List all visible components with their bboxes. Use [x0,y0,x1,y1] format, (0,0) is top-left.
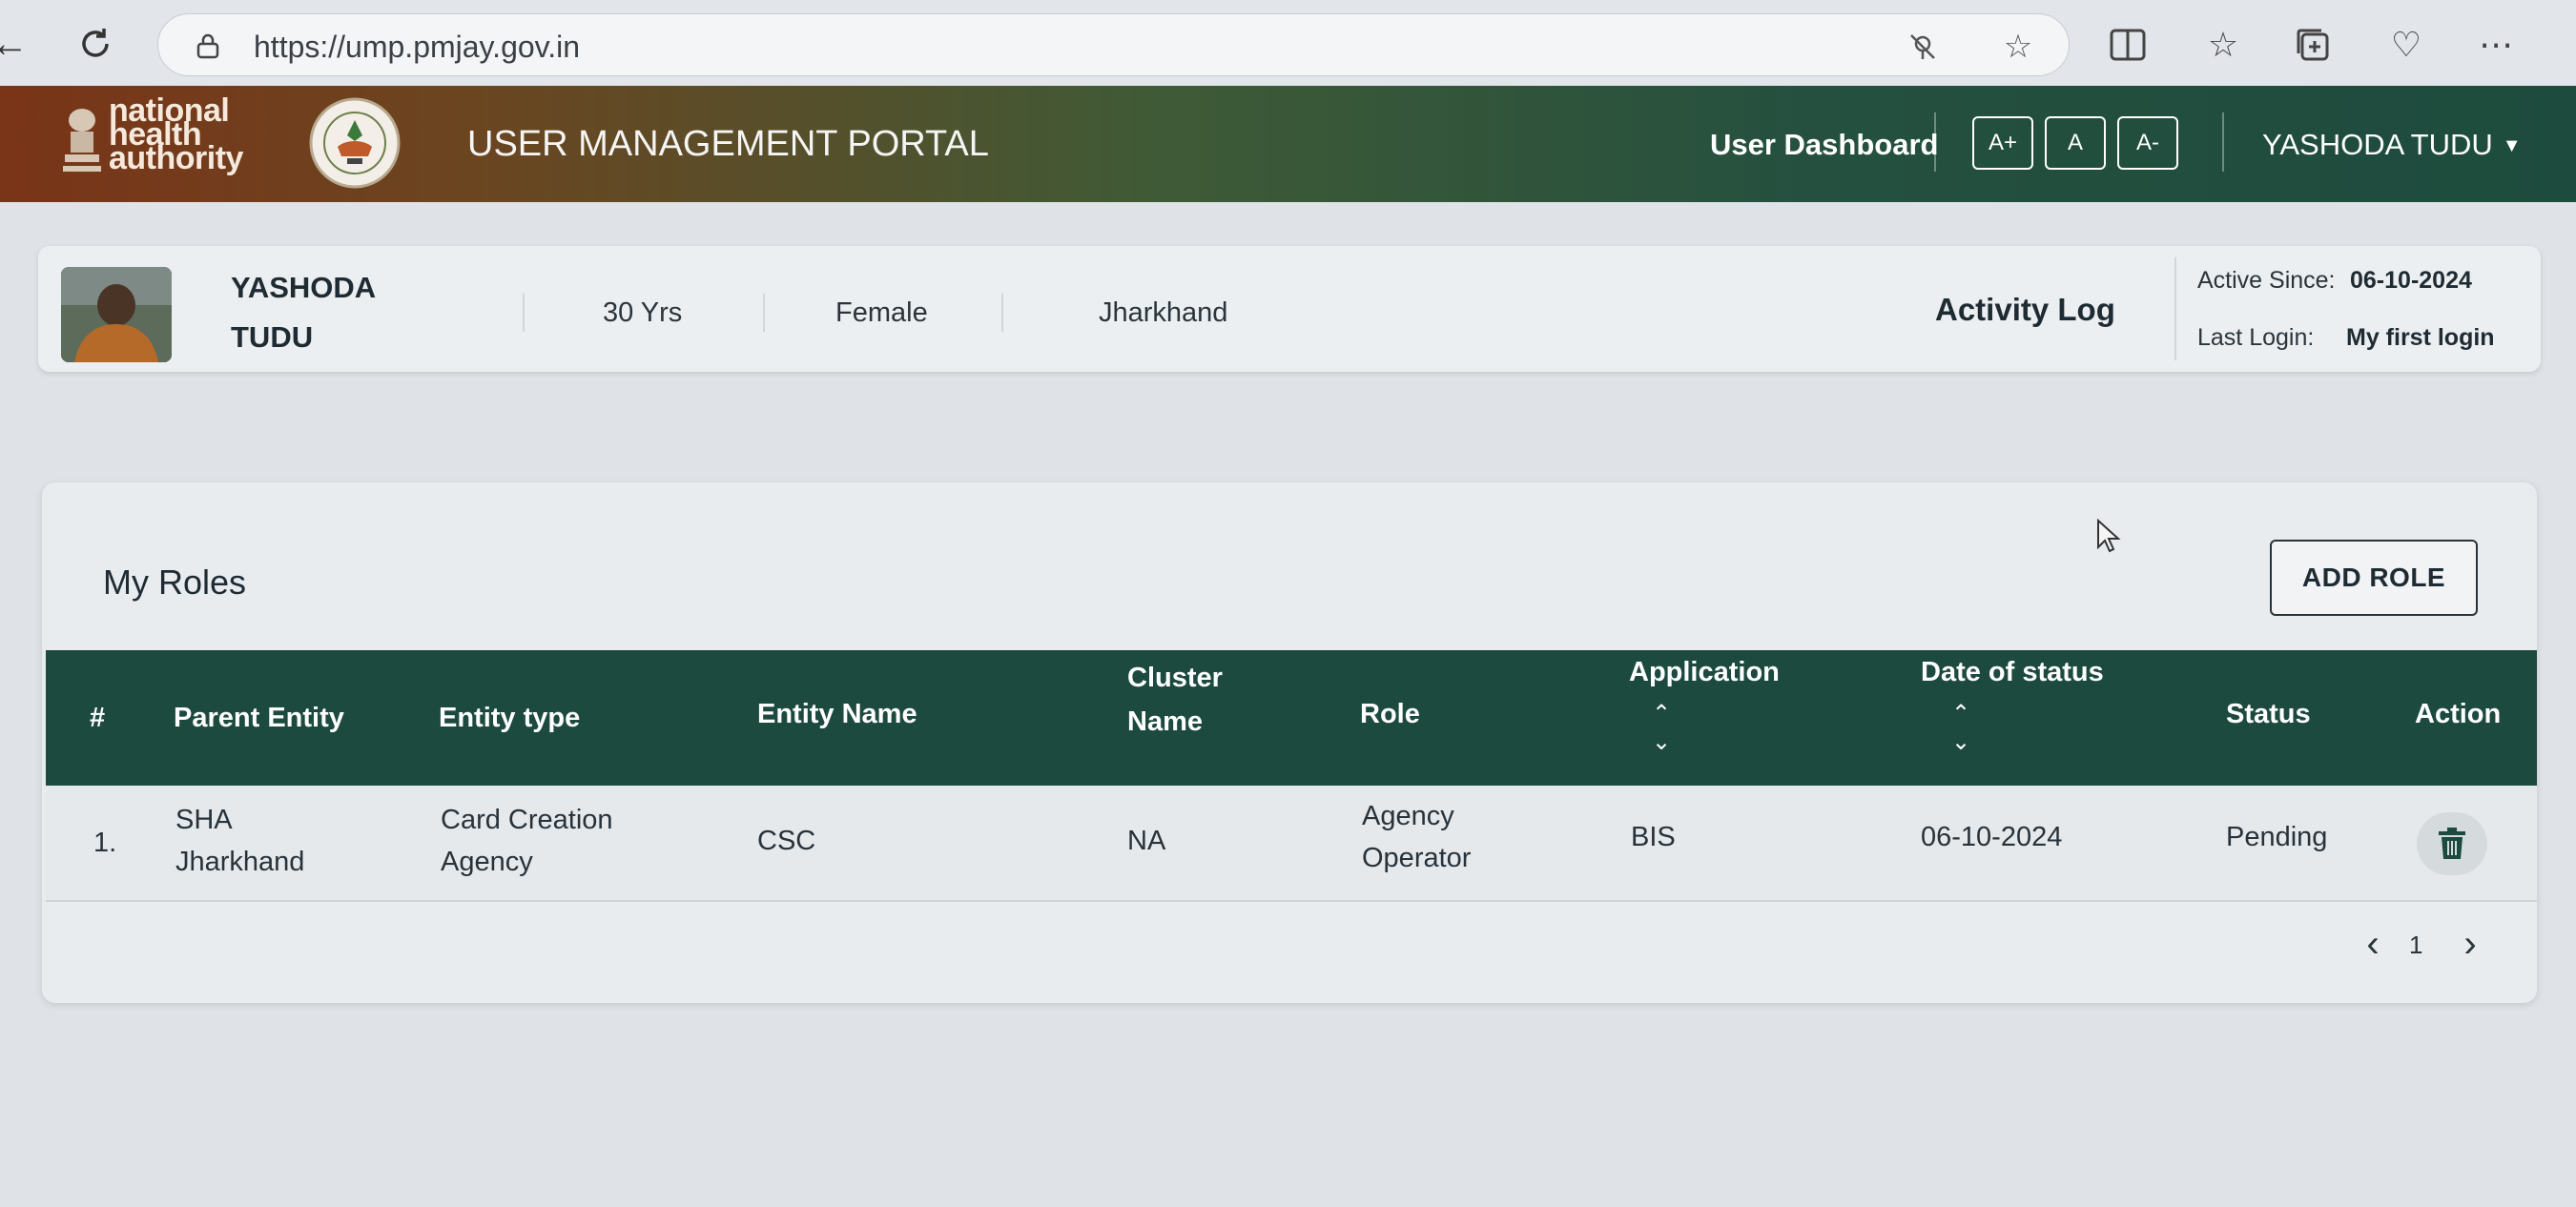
last-login-value: My first login [2346,324,2495,351]
delete-role-button[interactable] [2417,812,2487,875]
mouse-cursor-icon [2097,519,2121,553]
application-sort[interactable]: ⌃ ⌄ [1642,700,1680,757]
browser-health-icon[interactable]: ♡ [2382,21,2430,69]
trash-icon[interactable] [2437,827,2467,861]
row-entity-type: Card Creation [441,805,613,835]
column-role: Role [1360,699,1420,729]
row-status: Pending [2226,822,2328,852]
row-entity-name: CSC [757,826,816,856]
url-text[interactable]: https://ump.pmjay.gov.in [254,30,580,65]
avatar [61,267,172,362]
roles-table-header: # Parent Entity Entity type Entity Name … [46,650,2537,786]
row-date-of-status: 06-10-2024 [1921,822,2063,852]
more-icon[interactable]: ⋯ [2472,21,2520,69]
roles-title: My Roles [103,563,247,602]
caret-down-icon[interactable]: ▼ [2503,135,2522,157]
column-parent-entity: Parent Entity [174,703,344,733]
sort-up-icon[interactable]: ⌃ [1942,700,1980,728]
row-entity-type-line2: Agency [441,847,533,877]
profile-age: 30 Yrs [603,297,683,328]
row-role-line2: Operator [1362,843,1472,873]
next-page-icon[interactable]: › [2451,923,2489,965]
split-screen-icon[interactable] [2104,21,2152,69]
profile-divider [2174,257,2176,360]
nha-logo: national health authority [109,94,243,176]
column-cluster-name-line2: Name [1127,706,1203,737]
star-icon[interactable]: ☆ [1999,28,2037,66]
profile-card: YASHODA TUDU 30 Yrs Female Jharkhand Act… [38,246,2541,372]
sort-down-icon[interactable]: ⌄ [1642,728,1680,757]
address-bar[interactable]: https://ump.pmjay.gov.in ☆ [157,13,2070,76]
tracking-icon[interactable] [1904,28,1942,66]
column-application: Application [1629,657,1780,687]
current-page[interactable]: 1 [2409,931,2422,960]
row-parent-entity: SHA [175,805,233,835]
pmjay-seal-icon [309,97,401,189]
favorites-icon[interactable]: ☆ [2199,21,2247,69]
column-entity-name: Entity Name [757,699,917,729]
profile-divider [523,294,525,332]
profile-first-name: YASHODA [231,271,377,304]
row-cluster-name: NA [1127,826,1166,856]
font-default-button[interactable]: A [2045,116,2106,170]
refresh-icon[interactable] [72,21,118,67]
activity-log-link[interactable]: Activity Log [1935,292,2115,328]
profile-divider [1001,294,1003,332]
active-since-label: Active Since: [2197,267,2336,294]
logo-line-authority: authority [109,140,243,176]
font-increase-button[interactable]: A+ [1972,116,2033,170]
row-index: 1. [93,828,117,858]
column-date-of-status: Date of status [1921,657,2104,687]
sort-down-icon[interactable]: ⌄ [1942,728,1980,757]
user-menu[interactable]: YASHODA TUDU ▼ [2262,128,2522,162]
date-sort[interactable]: ⌃ ⌄ [1942,700,1980,757]
column-entity-type: Entity type [439,703,581,733]
collections-icon[interactable] [2289,21,2337,69]
active-since-value: 06-10-2024 [2350,267,2472,294]
profile-state: Jharkhand [1099,297,1228,328]
user-dashboard-link[interactable]: User Dashboard [1710,128,1938,162]
column-cluster-name: Cluster [1127,663,1223,693]
back-icon[interactable]: ← [0,21,32,67]
profile-last-name: TUDU [231,320,314,354]
last-login-label: Last Login: [2197,324,2315,351]
row-role: Agency [1362,801,1454,831]
row-application: BIS [1631,822,1676,852]
column-action: Action [2415,699,2502,729]
prev-page-icon[interactable]: ‹ [2354,923,2392,965]
row-parent-entity-line2: Jharkhand [175,847,305,877]
browser-toolbar: ← https://ump.pmjay.gov.in ☆ ☆ ♡ ⋯ [0,0,2576,86]
profile-divider [763,294,765,332]
user-menu-name[interactable]: YASHODA TUDU [2262,128,2493,161]
app-header: national health authority USER MANAGEMEN… [0,86,2576,202]
portal-title: USER MANAGEMENT PORTAL [467,124,989,164]
table-row: 1. SHA Jharkhand Card Creation Agency CS… [46,786,2537,902]
column-status: Status [2226,699,2311,729]
national-emblem-icon [63,109,101,172]
header-divider [2222,113,2224,172]
font-decrease-button[interactable]: A- [2117,116,2178,170]
header-divider [1934,113,1936,172]
add-role-button[interactable]: ADD ROLE [2270,540,2478,616]
roles-card: My Roles ADD ROLE # Parent Entity Entity… [42,482,2537,1003]
profile-gender: Female [835,297,928,328]
column-index: # [90,703,106,733]
sort-up-icon[interactable]: ⌃ [1642,700,1680,728]
lock-icon[interactable] [195,32,221,59]
